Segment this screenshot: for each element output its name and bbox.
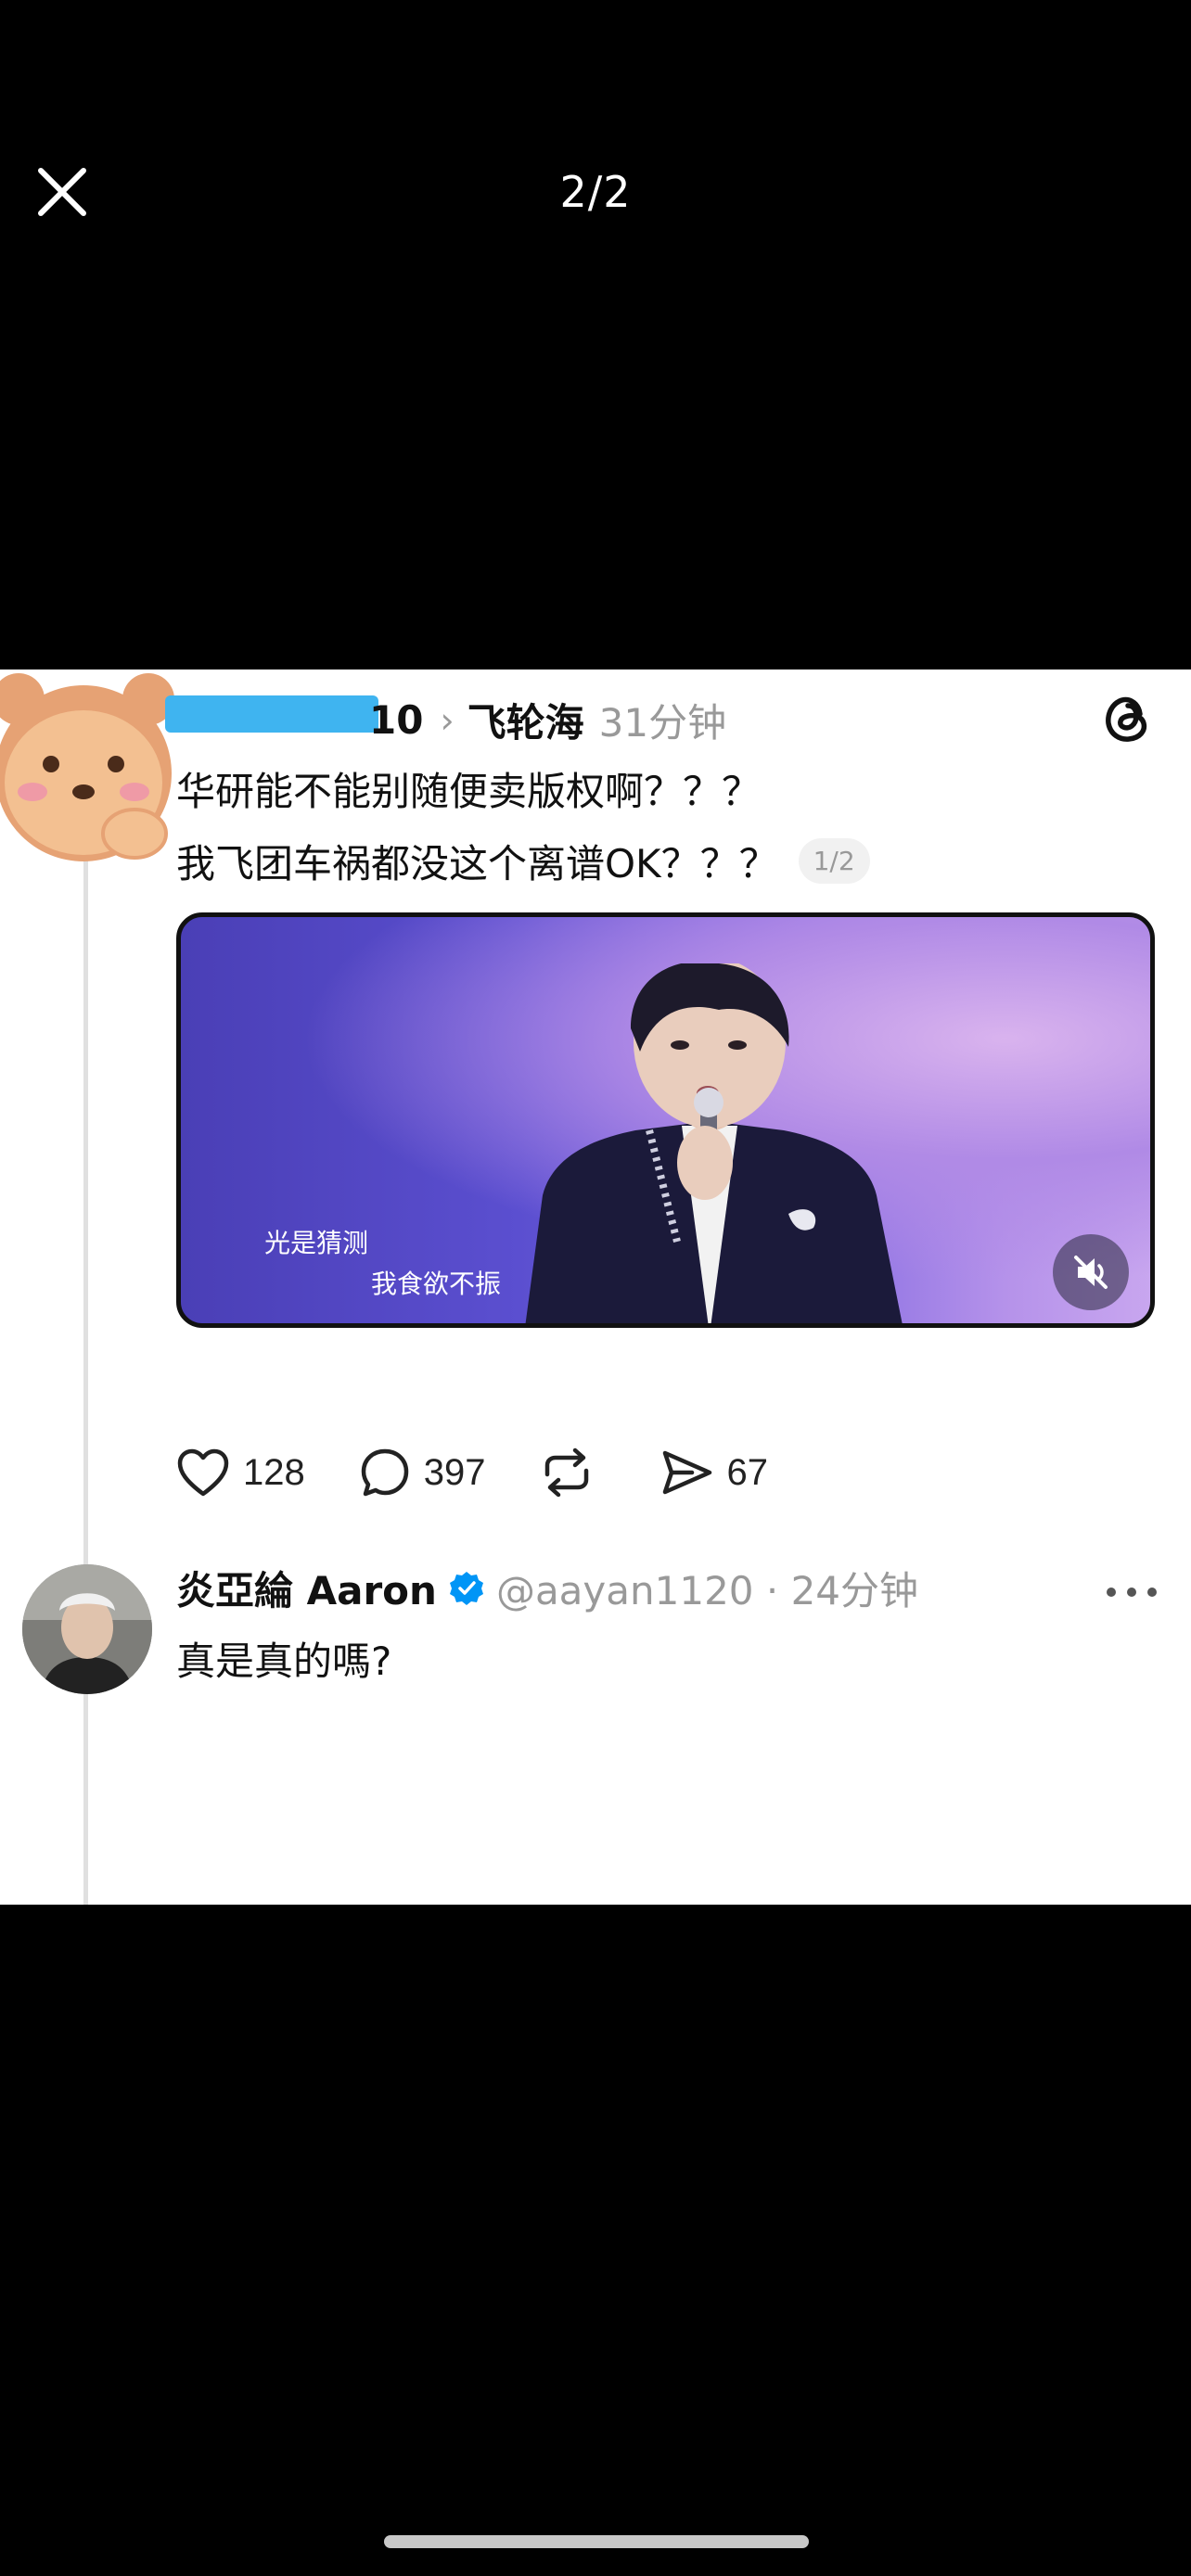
reply-display-name[interactable]: 炎亞綸 Aaron — [176, 1560, 437, 1616]
comment-icon — [361, 1448, 408, 1497]
share-button[interactable]: 67 — [660, 1447, 769, 1498]
reply-header: 炎亞綸 Aaron @aayan1120 · 24分钟 — [176, 1560, 918, 1616]
post-time: 31分钟 — [598, 700, 727, 746]
share-count: 67 — [726, 1451, 769, 1493]
more-options-icon[interactable] — [1104, 1583, 1159, 1601]
post-video[interactable]: 光是猜测 我食欲不振 — [176, 912, 1155, 1328]
send-icon — [662, 1450, 711, 1495]
avatar-photo — [22, 1564, 152, 1694]
muted-speaker-icon — [1074, 1256, 1108, 1289]
singer-figure — [525, 963, 903, 1323]
post-text-line2: 我飞团车祸都没这个离谱OK？？？ — [176, 841, 778, 886]
post-text-line2-row: 我飞团车祸都没这个离谱OK？？？ 1/2 — [176, 833, 870, 889]
post-username[interactable]: 10 — [369, 697, 423, 743]
reply-text: 真是真的嗎? — [176, 1639, 392, 1684]
like-count: 128 — [243, 1451, 305, 1493]
comment-count: 397 — [423, 1451, 486, 1493]
repost-icon — [544, 1447, 588, 1498]
threads-logo-icon — [1106, 696, 1147, 742]
reply-handle-time: @aayan1120 · 24分钟 — [495, 1568, 919, 1613]
bear-sticker-icon — [0, 673, 174, 861]
post-topic[interactable]: 飞轮海 — [467, 692, 584, 748]
redacted-username — [165, 695, 378, 733]
media-page-indicator: 1/2 — [798, 838, 870, 884]
repost-button[interactable] — [540, 1447, 607, 1498]
comment-button[interactable]: 397 — [359, 1447, 486, 1498]
video-subtitle-line2: 我食欲不振 — [371, 1269, 502, 1299]
home-indicator[interactable] — [384, 2535, 809, 2548]
post-text-line1: 华研能不能别随便卖版权啊？？？ — [176, 769, 762, 814]
page-counter: 2/2 — [559, 167, 632, 217]
chevron-right-icon: › — [440, 699, 455, 741]
post-header: 10 › 飞轮海 31分钟 — [369, 692, 726, 748]
video-subtitle-line1: 光是猜测 — [264, 1228, 369, 1258]
post-actions: 128 397 67 — [176, 1447, 822, 1498]
post-screenshot: 10 › 飞轮海 31分钟 华研能不能别随便卖版权啊？？？ 我飞团车祸都没这个离… — [0, 670, 1191, 1905]
thread-line — [83, 855, 88, 1905]
verified-badge-icon — [449, 1571, 483, 1605]
like-button[interactable]: 128 — [176, 1447, 305, 1498]
reply-avatar[interactable] — [22, 1564, 152, 1694]
heart-icon — [177, 1448, 229, 1497]
mute-button[interactable] — [1053, 1234, 1129, 1310]
